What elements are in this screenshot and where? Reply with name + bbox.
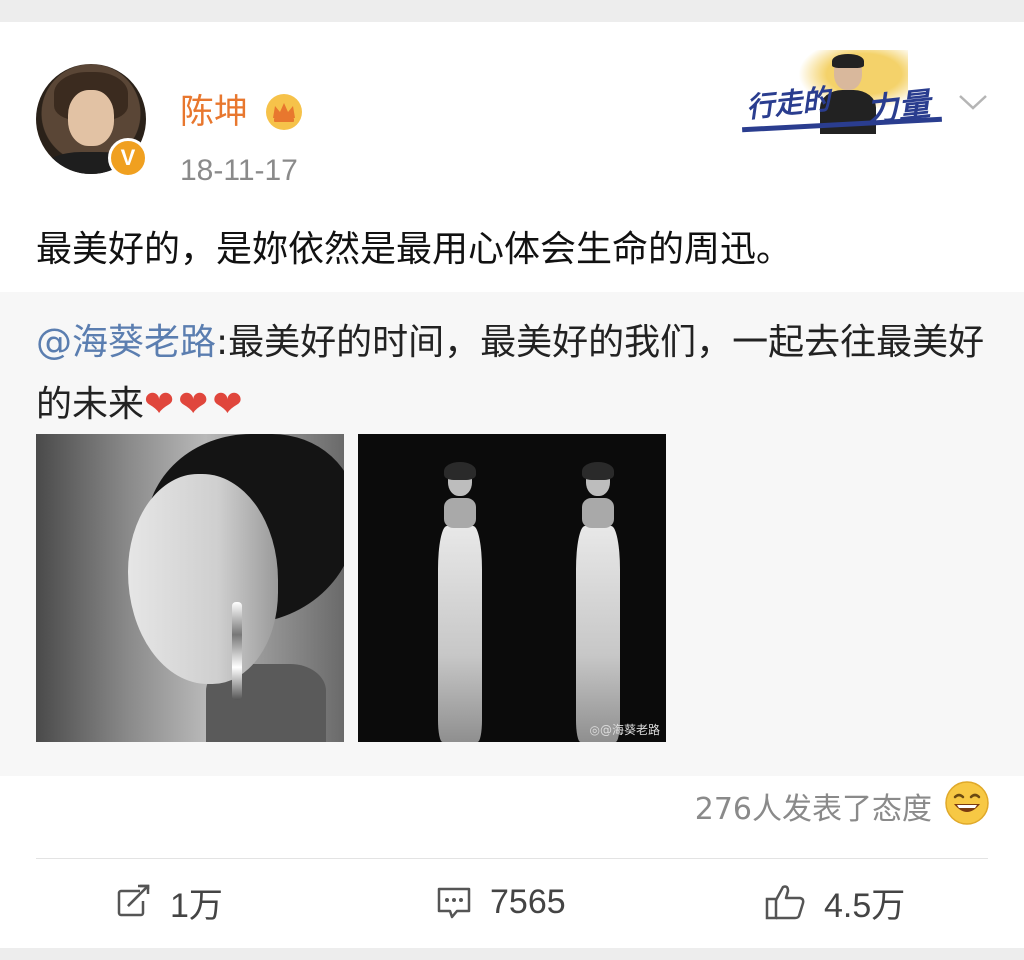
verified-badge-icon: V [108, 138, 148, 178]
repost-block[interactable]: @海葵老路:最美好的时间，最美好的我们，一起去往最美好的未来❤❤❤ ◎@海葵老路 [0, 292, 1024, 776]
crown-icon [266, 94, 302, 130]
username[interactable]: 陈坤 [180, 92, 248, 132]
share-count: 1万 [170, 886, 223, 925]
heart-icon: ❤❤❤ [144, 384, 247, 425]
comment-button[interactable]: 7565 [434, 882, 566, 922]
post-timestamp: 18-11-17 [180, 154, 298, 187]
photo-thumbnail-2[interactable]: ◎@海葵老路 [358, 434, 666, 742]
share-icon [117, 884, 150, 917]
reactions-summary[interactable]: 276人发表了态度 [695, 784, 932, 828]
repost-text-block: @海葵老路:最美好的时间，最美好的我们，一起去往最美好的未来❤❤❤ [36, 312, 986, 436]
comment-icon [437, 887, 471, 919]
photo-thumbnail-1[interactable] [36, 434, 344, 742]
banner-text-1: 行走的 [744, 82, 832, 125]
share-button[interactable]: 1万 [114, 882, 223, 925]
thumbs-up-icon [765, 885, 805, 920]
like-count: 4.5万 [824, 886, 906, 925]
divider [36, 858, 988, 859]
comment-count: 7565 [490, 882, 566, 921]
post-text: 最美好的，是妳依然是最用心体会生命的周迅。 [36, 229, 793, 270]
mention-link[interactable]: @海葵老路 [36, 322, 216, 363]
weibo-post-card: V 陈坤 18-11-17 行走的 力量 最美好的，是妳依然是最用心体会生命的周… [0, 22, 1024, 948]
laughing-emoji-icon[interactable] [944, 780, 990, 826]
chevron-down-icon[interactable] [956, 90, 990, 114]
like-button[interactable]: 4.5万 [764, 882, 905, 925]
promo-banner[interactable]: 行走的 力量 [738, 50, 950, 136]
image-watermark: ◎@海葵老路 [589, 723, 660, 737]
